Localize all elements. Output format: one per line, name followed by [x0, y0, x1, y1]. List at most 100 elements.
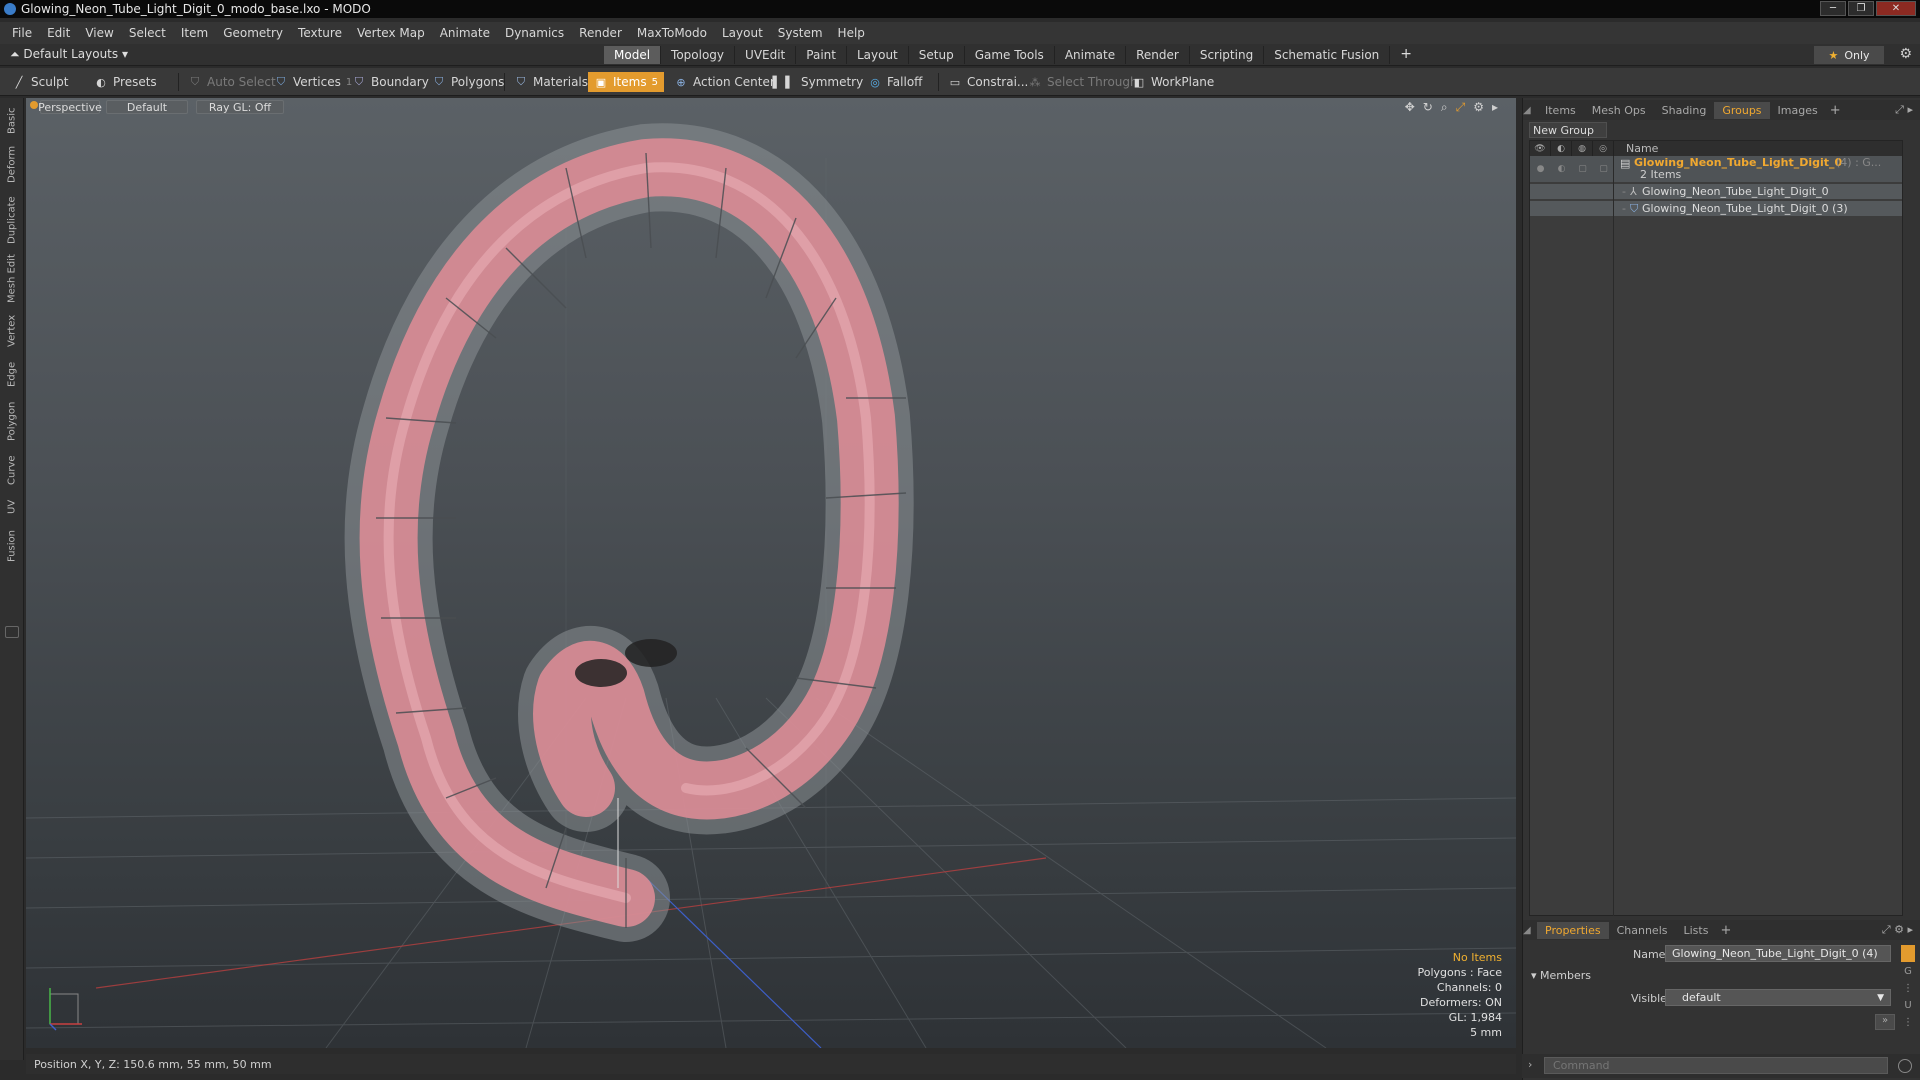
left-tab-curve[interactable]: Curve [3, 452, 21, 488]
left-tab-deform[interactable]: Deform [3, 144, 21, 184]
properties-expand-icon[interactable]: ⤢ ⚙ ▸ [1882, 923, 1913, 937]
menu-help[interactable]: Help [838, 26, 865, 40]
tab-images[interactable]: Images [1770, 102, 1826, 119]
boundary-button[interactable]: ⛉ Boundary [346, 72, 435, 92]
tab-game-tools[interactable]: Game Tools [965, 46, 1055, 64]
menu-edit[interactable]: Edit [47, 26, 70, 40]
action-center-button[interactable]: ⊕ Action Center [668, 72, 781, 92]
tab-layout[interactable]: Layout [847, 46, 909, 64]
tab-groups[interactable]: Groups [1714, 101, 1770, 119]
menu-item[interactable]: Item [181, 26, 208, 40]
left-tab-fusion[interactable]: Fusion [3, 526, 21, 566]
tab-render[interactable]: Render [1126, 46, 1190, 64]
zoom-icon[interactable]: ⌕ [1441, 100, 1448, 115]
tab-topology[interactable]: Topology [661, 46, 736, 64]
panel-toggle-icon[interactable] [5, 626, 19, 638]
menu-texture[interactable]: Texture [298, 26, 342, 40]
sculpt-button[interactable]: ╱ Sculpt [6, 72, 74, 92]
left-tab-duplicate[interactable]: Duplicate [3, 194, 21, 246]
workplane-button[interactable]: ◧ WorkPlane [1126, 72, 1220, 92]
left-tab-mesh-edit[interactable]: Mesh Edit [3, 254, 21, 304]
left-tab-polygon[interactable]: Polygon [3, 398, 21, 444]
raygl-button[interactable]: Ray GL: Off [196, 100, 284, 114]
select-icon[interactable]: ◎ [1593, 141, 1614, 156]
new-group-button[interactable]: New Group [1529, 122, 1607, 138]
menu-file[interactable]: File [12, 26, 32, 40]
left-tab-basic[interactable]: Basic [3, 104, 21, 138]
visible-dropdown[interactable]: default ▼ [1665, 989, 1891, 1006]
menu-vertex-map[interactable]: Vertex Map [357, 26, 425, 40]
tab-items[interactable]: Items [1537, 102, 1584, 119]
add-panel-tab-icon[interactable]: + [1830, 103, 1841, 118]
menu-system[interactable]: System [778, 26, 823, 40]
menu-animate[interactable]: Animate [440, 26, 490, 40]
menu-dynamics[interactable]: Dynamics [505, 26, 564, 40]
group-suffix: (4) : G... [1836, 156, 1882, 169]
render-icon[interactable]: ◐ [1551, 141, 1572, 156]
layout-preset-dropdown[interactable]: ⏶ Default Layouts ▾ [10, 47, 128, 62]
panel-menu-icon[interactable]: ◢ [1523, 105, 1537, 116]
add-tab-icon[interactable]: + [1400, 46, 1412, 64]
tab-schematic-fusion[interactable]: Schematic Fusion [1264, 46, 1391, 64]
viewport-expand-icon[interactable]: ▸ [1492, 100, 1498, 115]
tab-animate[interactable]: Animate [1055, 46, 1127, 64]
vertices-button[interactable]: ⛉ Vertices 1 [268, 72, 358, 92]
mini-tab-g[interactable]: G [1904, 966, 1912, 977]
menu-geometry[interactable]: Geometry [223, 26, 283, 40]
menu-view[interactable]: View [85, 26, 113, 40]
window-controls: ─ ❐ ✕ [1820, 1, 1916, 16]
tab-scripting[interactable]: Scripting [1190, 46, 1265, 64]
falloff-button[interactable]: ◎ Falloff [862, 72, 928, 92]
minimize-button[interactable]: ─ [1820, 1, 1846, 16]
panel-menu-icon[interactable]: ◢ [1523, 925, 1537, 936]
command-clear-icon[interactable] [1898, 1059, 1912, 1073]
color-swatch-icon[interactable] [1901, 945, 1915, 962]
command-input[interactable] [1544, 1057, 1888, 1074]
left-tab-vertex[interactable]: Vertex [3, 312, 21, 350]
polygons-button[interactable]: ⛉ Polygons [426, 72, 510, 92]
tab-model[interactable]: Model [604, 46, 662, 64]
materials-button[interactable]: ⛉ Materials [508, 72, 594, 92]
maximize-button[interactable]: ❐ [1848, 1, 1874, 16]
tab-mesh-ops[interactable]: Mesh Ops [1584, 102, 1654, 119]
lock-icon[interactable]: ◍ [1572, 141, 1593, 156]
presets-button[interactable]: ◐ Presets [88, 72, 163, 92]
menu-select[interactable]: Select [129, 26, 166, 40]
crosshair-icon: ⊕ [676, 75, 686, 89]
tab-uvedit[interactable]: UVEdit [735, 46, 797, 64]
shading-button[interactable]: Default [106, 100, 188, 114]
close-button[interactable]: ✕ [1876, 1, 1916, 16]
mini-tab-u[interactable]: U [1904, 1000, 1911, 1011]
members-section[interactable]: ▾ Members [1531, 969, 1591, 982]
left-tab-edge[interactable]: Edge [3, 358, 21, 390]
view-mode-button[interactable]: Perspective [38, 100, 102, 114]
eye-icon[interactable]: 👁 [1530, 141, 1551, 156]
3d-viewport[interactable]: Perspective Default Ray GL: Off ✥ ↻ ⌕ ⤢ … [26, 98, 1516, 1048]
left-tab-uv[interactable]: UV [3, 496, 21, 518]
tab-paint[interactable]: Paint [796, 46, 847, 64]
fit-icon[interactable]: ⤢ [1456, 100, 1466, 115]
mini-tab-dots[interactable]: ⋮ [1903, 983, 1913, 994]
name-field[interactable]: Glowing_Neon_Tube_Light_Digit_0 (4) [1665, 945, 1891, 962]
tab-setup[interactable]: Setup [909, 46, 965, 64]
tab-lists[interactable]: Lists [1676, 922, 1717, 939]
more-button[interactable]: » [1875, 1014, 1895, 1030]
menu-maxtomodo[interactable]: MaxToModo [637, 26, 707, 40]
tab-properties[interactable]: Properties [1537, 921, 1609, 939]
symmetry-button[interactable]: ▌▐ Symmetry [768, 72, 869, 92]
constrain-button[interactable]: ▭ Constrai... [942, 72, 1034, 92]
rotate-icon[interactable]: ↻ [1423, 100, 1433, 115]
only-button[interactable]: ★ Only [1814, 46, 1884, 64]
auto-select-button[interactable]: ⛉ Auto Select [182, 72, 282, 92]
panel-expand-icon[interactable]: ⤢ ▸ [1895, 103, 1913, 117]
menu-render[interactable]: Render [579, 26, 622, 40]
viewport-gear-icon[interactable]: ⚙ [1473, 100, 1484, 115]
items-button[interactable]: ▣ Items 5 [588, 72, 664, 92]
tab-channels[interactable]: Channels [1609, 922, 1676, 939]
add-properties-tab-icon[interactable]: + [1720, 923, 1731, 938]
gear-icon[interactable]: ⚙ [1899, 46, 1912, 62]
pan-icon[interactable]: ✥ [1405, 100, 1415, 115]
tab-shading[interactable]: Shading [1654, 102, 1715, 119]
mini-tab-dots-2[interactable]: ⋮ [1903, 1017, 1913, 1028]
menu-layout[interactable]: Layout [722, 26, 763, 40]
